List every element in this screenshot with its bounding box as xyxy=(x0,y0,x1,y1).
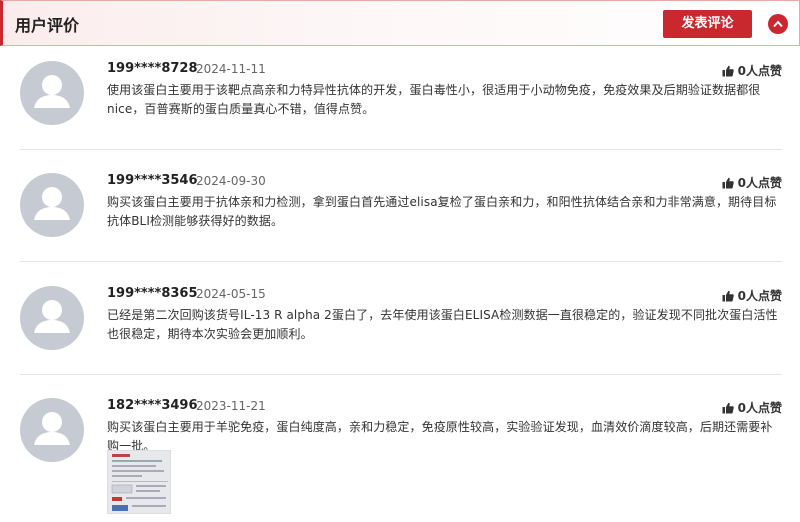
review-item: 182****3496 2023-11-21 0人点赞 购买该蛋白主要用于羊驼免… xyxy=(20,398,782,522)
review-image-thumbnail[interactable] xyxy=(107,450,171,514)
review-username: 199****8365 xyxy=(107,286,198,301)
review-date: 2024-09-30 xyxy=(196,174,266,188)
review-content: 已经是第二次回购该货号IL-13 R alpha 2蛋白了，去年使用该蛋白ELI… xyxy=(107,308,778,341)
review-username: 199****8728 xyxy=(107,61,198,76)
avatar xyxy=(20,286,84,350)
like-button[interactable]: 0人点赞 xyxy=(722,399,782,416)
review-date: 2024-11-11 xyxy=(196,62,266,76)
collapse-button[interactable] xyxy=(768,14,788,34)
avatar xyxy=(20,173,84,237)
review-username: 199****3546 xyxy=(107,173,198,188)
reviews-header: 用户评价 发表评论 xyxy=(0,0,800,46)
post-comment-button[interactable]: 发表评论 xyxy=(663,10,752,38)
review-item: 199****3546 2024-09-30 0人点赞 购买该蛋白主要用于抗体亲… xyxy=(20,173,782,262)
user-avatar-icon xyxy=(34,412,70,445)
review-content: 购买该蛋白主要用于抗体亲和力检测，拿到蛋白首先通过elisa复检了蛋白亲和力，和… xyxy=(107,195,777,228)
like-button[interactable]: 0人点赞 xyxy=(722,174,782,191)
thumbs-up-icon xyxy=(722,402,734,413)
review-content: 使用该蛋白主要用于该靶点高亲和力特异性抗体的开发，蛋白毒性小，很适用于小动物免疫… xyxy=(107,83,761,116)
user-avatar-icon xyxy=(34,300,70,333)
avatar xyxy=(20,61,84,125)
like-count: 0人点赞 xyxy=(737,176,782,190)
user-avatar-icon xyxy=(34,187,70,220)
review-date: 2024-05-15 xyxy=(196,287,266,301)
review-date: 2023-11-21 xyxy=(196,399,266,413)
like-button[interactable]: 0人点赞 xyxy=(722,62,782,79)
page-title: 用户评价 xyxy=(15,16,80,35)
like-count: 0人点赞 xyxy=(737,289,782,303)
thumbs-up-icon xyxy=(722,177,734,188)
user-avatar-icon xyxy=(34,75,70,108)
thumbs-up-icon xyxy=(722,290,734,301)
review-content: 购买该蛋白主要用于羊驼免疫，蛋白纯度高，亲和力稳定，免疫原性较高，实验验证发现，… xyxy=(107,420,773,453)
chevron-up-icon xyxy=(773,20,783,28)
like-count: 0人点赞 xyxy=(737,401,782,415)
avatar xyxy=(20,398,84,462)
like-count: 0人点赞 xyxy=(737,64,782,78)
review-item: 199****8728 2024-11-11 0人点赞 使用该蛋白主要用于该靶点… xyxy=(20,61,782,150)
thumbs-up-icon xyxy=(722,65,734,76)
review-item: 199****8365 2024-05-15 0人点赞 已经是第二次回购该货号I… xyxy=(20,286,782,375)
review-username: 182****3496 xyxy=(107,398,198,413)
document-photo-icon xyxy=(108,451,170,513)
like-button[interactable]: 0人点赞 xyxy=(722,287,782,304)
